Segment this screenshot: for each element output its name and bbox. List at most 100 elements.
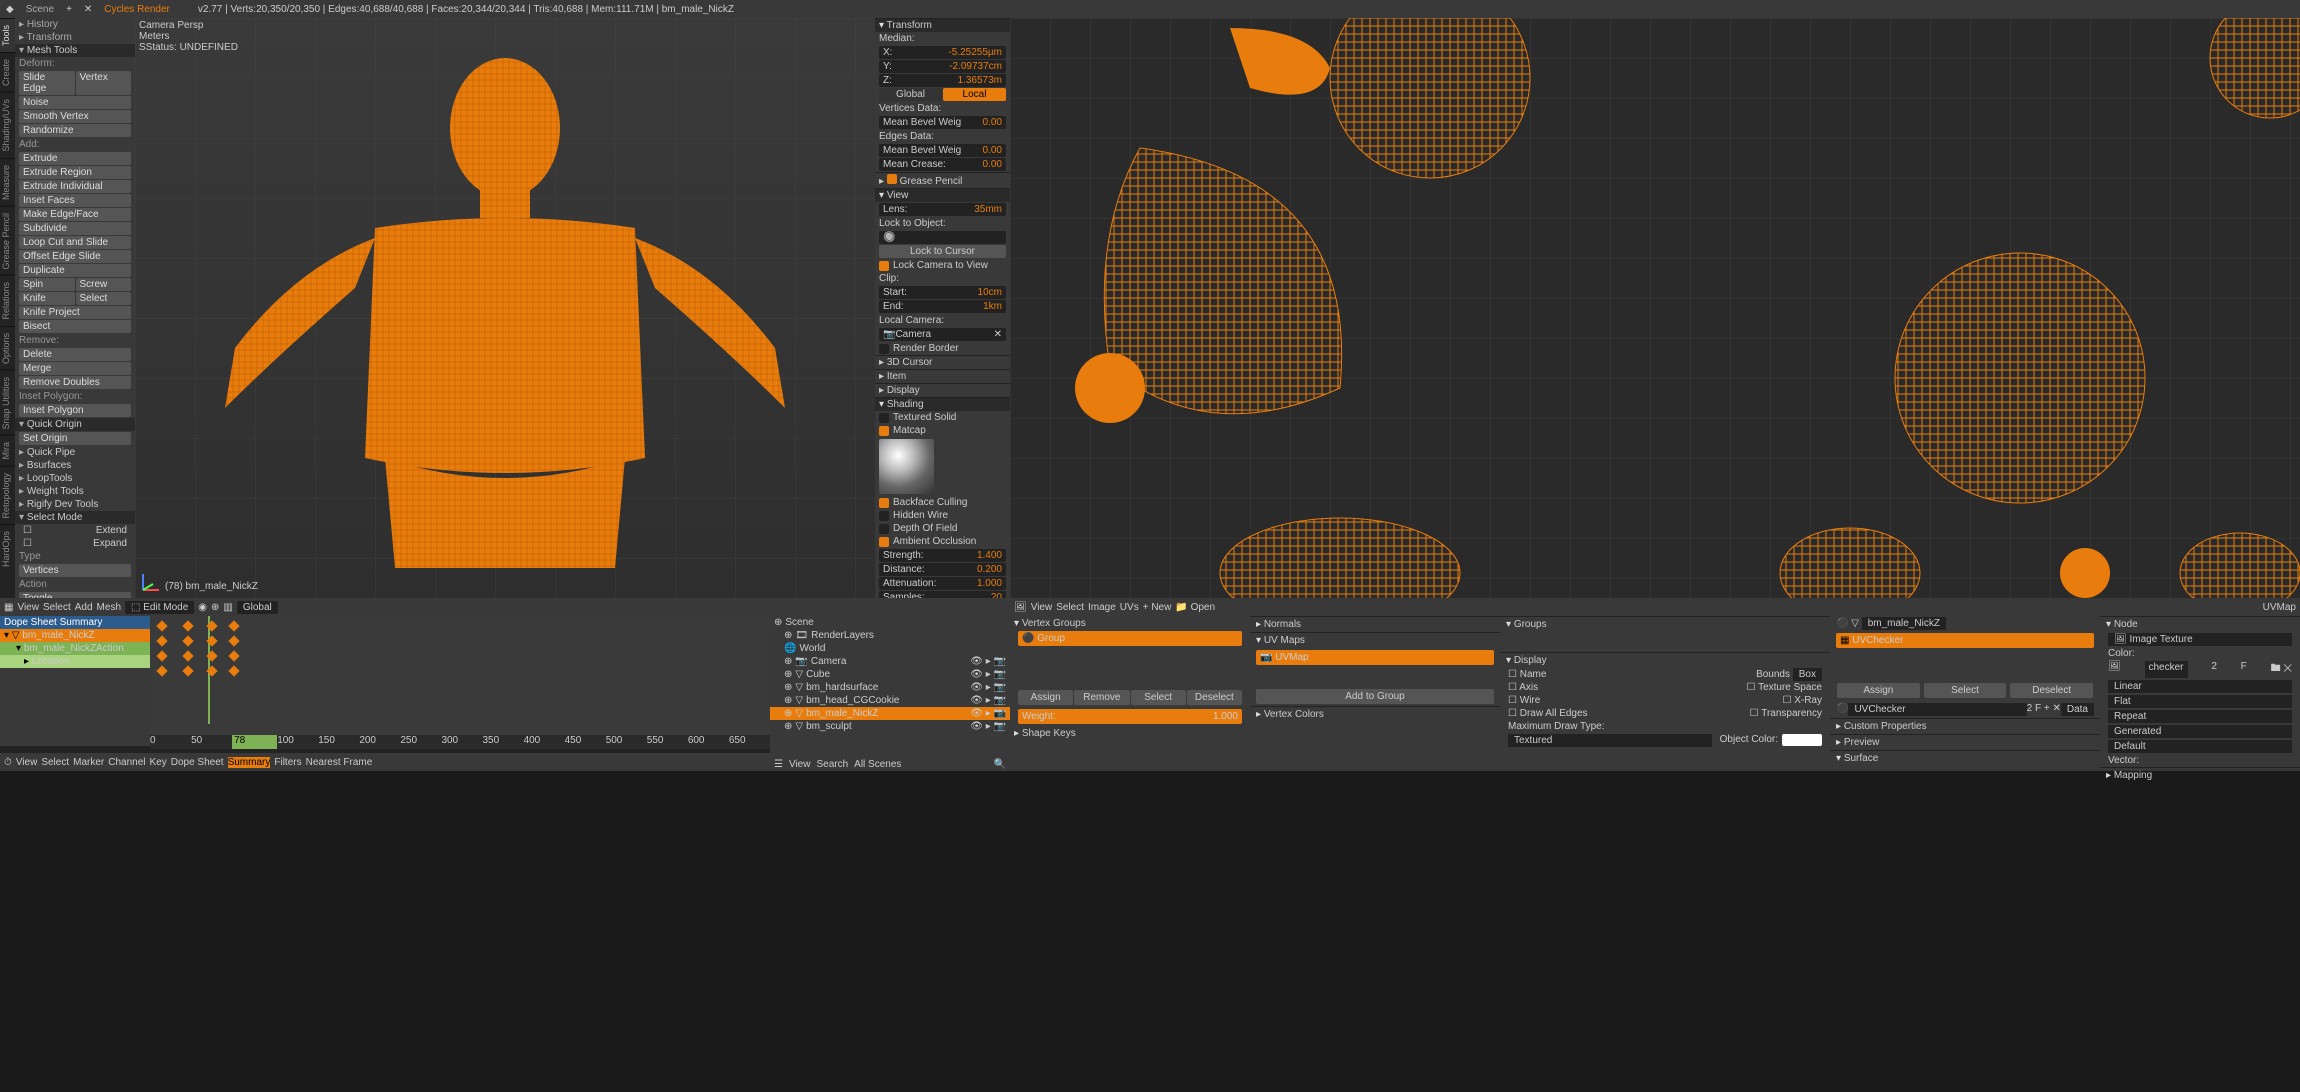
global-local-toggle[interactable]: GlobalLocal bbox=[879, 88, 1006, 101]
camera-field[interactable]: 📷 Camera✕ bbox=[879, 328, 1006, 341]
tab-grease[interactable]: Grease Pencil bbox=[0, 206, 15, 276]
outliner-hardsurface[interactable]: ⊕▽bm_hardsurface👁 ▸ 📷 bbox=[770, 681, 1010, 694]
shape-keys-header[interactable]: ▸ Shape Keys bbox=[1010, 726, 1250, 741]
mean-bevel-edge-field[interactable]: Mean Bevel Weig0.00 bbox=[879, 144, 1006, 157]
outliner-editor-icon[interactable]: ☰ bbox=[774, 759, 783, 770]
remove-doubles-button[interactable]: Remove Doubles bbox=[19, 376, 131, 389]
mesh-tools-section[interactable]: ▾ Mesh Tools bbox=[15, 44, 135, 57]
outliner[interactable]: ⊕Scene ⊕🎞RenderLayers 🌐World ⊕📷Camera👁 ▸… bbox=[770, 616, 1010, 771]
subdivide-button[interactable]: Subdivide bbox=[19, 222, 131, 235]
groups-header[interactable]: ▾ Groups bbox=[1500, 616, 1830, 632]
merge-button[interactable]: Merge bbox=[19, 362, 131, 375]
view-menu[interactable]: View bbox=[17, 602, 39, 613]
default-dropdown[interactable]: Default bbox=[2108, 740, 2292, 753]
view-panel[interactable]: ▾ View bbox=[875, 188, 1010, 202]
extension-dropdown[interactable]: Repeat bbox=[2108, 710, 2292, 723]
3d-viewport[interactable]: Camera Persp Meters SStatus: UNDEFINED (… bbox=[135, 18, 875, 598]
uv-select-menu[interactable]: Select bbox=[1056, 602, 1084, 613]
custom-properties-header[interactable]: ▸ Custom Properties bbox=[1830, 718, 2100, 734]
ao-samples-field[interactable]: Samples:20 bbox=[879, 591, 1006, 598]
ao-checkbox[interactable]: Ambient Occlusion bbox=[875, 535, 1010, 548]
pivot-icon[interactable]: ⊕ bbox=[211, 602, 219, 613]
randomize-button[interactable]: Randomize bbox=[19, 124, 131, 137]
vertex-button[interactable]: Vertex bbox=[76, 71, 132, 95]
lock-camera-checkbox[interactable]: Lock Camera to View bbox=[875, 259, 1010, 272]
mode-dropdown[interactable]: ⬚ Edit Mode bbox=[125, 601, 194, 614]
render-border-checkbox[interactable]: Render Border bbox=[875, 342, 1010, 355]
clip-end-field[interactable]: End:1km bbox=[879, 300, 1006, 313]
select-mode-section[interactable]: ▾ Select Mode bbox=[15, 511, 135, 524]
assign-button[interactable]: Assign bbox=[1837, 683, 1920, 698]
make-edge-face-button[interactable]: Make Edge/Face bbox=[19, 208, 131, 221]
offset-edge-button[interactable]: Offset Edge Slide bbox=[19, 250, 131, 263]
vg-remove-button[interactable]: Remove bbox=[1074, 690, 1129, 705]
dope-marker-menu[interactable]: Marker bbox=[73, 757, 104, 768]
uv-maps-header[interactable]: ▾ UV Maps bbox=[1250, 632, 1500, 648]
dope-graph[interactable] bbox=[150, 616, 770, 746]
outliner-head[interactable]: ⊕▽bm_head_CGCookie👁 ▸ 📷 bbox=[770, 694, 1010, 707]
mean-bevel-field[interactable]: Mean Bevel Weig0.00 bbox=[879, 116, 1006, 129]
object-color-swatch[interactable] bbox=[1782, 734, 1822, 746]
dope-select-menu[interactable]: Select bbox=[41, 757, 69, 768]
material-slot[interactable]: UVChecker bbox=[1848, 703, 2026, 716]
surface-header[interactable]: ▾ Surface bbox=[1830, 750, 2100, 766]
knife-project-button[interactable]: Knife Project bbox=[19, 306, 131, 319]
outliner-search-menu[interactable]: Search bbox=[816, 759, 848, 770]
uv-open-button[interactable]: 📁 Open bbox=[1175, 602, 1215, 613]
source-dropdown[interactable]: Generated bbox=[2108, 725, 2292, 738]
color-space-dropdown[interactable]: Linear bbox=[2108, 680, 2292, 693]
outliner-sculpt[interactable]: ⊕▽bm_sculpt👁 ▸ 📷 bbox=[770, 720, 1010, 733]
loop-cut-button[interactable]: Loop Cut and Slide bbox=[19, 236, 131, 249]
mesh-menu[interactable]: Mesh bbox=[97, 602, 121, 613]
looptools-section[interactable]: ▸ LoopTools bbox=[15, 472, 135, 485]
delete-button[interactable]: Delete bbox=[19, 348, 131, 361]
dope-editor-icon[interactable]: ⏱ bbox=[4, 757, 12, 768]
preview-header[interactable]: ▸ Preview bbox=[1830, 734, 2100, 750]
tab-retopo[interactable]: Retopology bbox=[0, 466, 15, 525]
outliner-camera[interactable]: ⊕📷Camera👁 ▸ 📷 bbox=[770, 655, 1010, 668]
uvmap-item[interactable]: 📷 UVMap bbox=[1256, 650, 1494, 665]
vg-deselect-button[interactable]: Deselect bbox=[1187, 690, 1242, 705]
lock-object-field[interactable]: 🔘 bbox=[879, 231, 1006, 244]
knife-button[interactable]: Knife bbox=[19, 292, 75, 305]
shading-icon[interactable]: ◉ bbox=[198, 602, 207, 613]
matcap-preview[interactable] bbox=[879, 439, 934, 494]
add-to-group-button[interactable]: Add to Group bbox=[1256, 689, 1494, 704]
item-panel[interactable]: ▸ Item bbox=[875, 369, 1010, 383]
spin-button[interactable]: Spin bbox=[19, 278, 75, 291]
vertex-group-item[interactable]: ⚫ Group bbox=[1018, 631, 1242, 646]
tab-mira[interactable]: Mira bbox=[0, 435, 15, 466]
dope-summary-toggle[interactable]: Summary bbox=[228, 757, 271, 768]
select-button[interactable]: Select bbox=[1924, 683, 2007, 698]
inset-faces-button[interactable]: Inset Faces bbox=[19, 194, 131, 207]
lens-field[interactable]: Lens:35mm bbox=[879, 203, 1006, 216]
object-selector[interactable]: bm_male_NickZ bbox=[1862, 617, 1946, 630]
outliner-world[interactable]: 🌐World bbox=[770, 642, 1010, 655]
tab-hardops[interactable]: HardOps bbox=[0, 524, 15, 573]
bisect-button[interactable]: Bisect bbox=[19, 320, 131, 333]
dof-checkbox[interactable]: Depth Of Field bbox=[875, 522, 1010, 535]
uvmap-selector[interactable]: UVMap bbox=[2263, 602, 2296, 613]
outliner-scene[interactable]: ⊕Scene bbox=[770, 616, 1010, 629]
editor-type-icon[interactable]: ▦ bbox=[4, 602, 13, 613]
uv-uvs-menu[interactable]: UVs bbox=[1120, 602, 1139, 613]
extend-checkbox[interactable]: Extend bbox=[96, 525, 127, 536]
uvchecker-item[interactable]: ▦ UVChecker bbox=[1836, 633, 2094, 648]
quick-origin-section[interactable]: ▾ Quick Origin bbox=[15, 418, 135, 431]
set-origin-button[interactable]: Set Origin bbox=[19, 432, 131, 445]
y-field[interactable]: Y:-2.09737cm bbox=[879, 60, 1006, 73]
ao-attenuation-field[interactable]: Attenuation:1.000 bbox=[879, 577, 1006, 590]
outliner-mode-dropdown[interactable]: All Scenes bbox=[854, 759, 901, 770]
lock-to-cursor-button[interactable]: Lock to Cursor bbox=[879, 245, 1006, 258]
vg-select-button[interactable]: Select bbox=[1131, 690, 1186, 705]
vg-weight-slider[interactable]: Weight:1.000 bbox=[1018, 709, 1242, 724]
tab-tools[interactable]: Tools bbox=[0, 18, 15, 52]
normals-header[interactable]: ▸ Normals bbox=[1250, 616, 1500, 632]
uv-editor-type-icon[interactable]: 🖼 bbox=[1014, 602, 1027, 613]
history-section[interactable]: ▸ History bbox=[15, 18, 135, 31]
tab-snap[interactable]: Snap Utilities bbox=[0, 370, 15, 436]
scene-name[interactable]: Scene bbox=[20, 4, 60, 15]
orientation-dropdown[interactable]: Global bbox=[237, 601, 278, 614]
tab-options[interactable]: Options bbox=[0, 326, 15, 370]
textured-solid-checkbox[interactable]: Textured Solid bbox=[875, 411, 1010, 424]
